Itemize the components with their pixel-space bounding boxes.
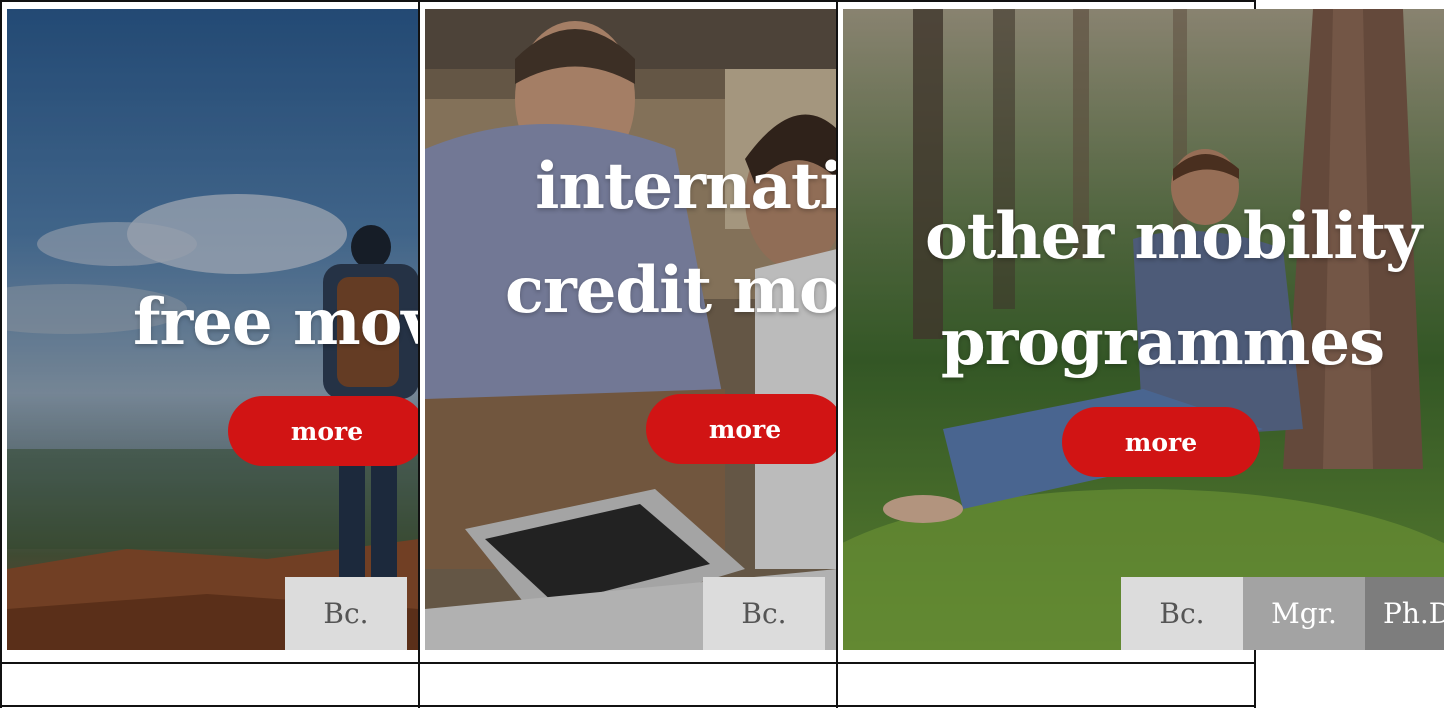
degree-tab-phd[interactable]: Ph.D xyxy=(1365,577,1444,650)
programme-card-credit-mobility[interactable]: internatio credit mob more Bc. xyxy=(425,9,837,650)
grid-border-right-lower xyxy=(1254,650,1256,708)
card-title: internatio credit mob xyxy=(505,134,837,344)
grid-border-middle xyxy=(0,662,1256,664)
degree-tab-bc[interactable]: Bc. xyxy=(1121,577,1243,650)
grid-border-left xyxy=(0,0,2,708)
grid-divider-1 xyxy=(418,0,420,708)
more-button[interactable]: more xyxy=(228,396,419,466)
card-title-line: free mov xyxy=(133,285,419,360)
card-title-line: programmes xyxy=(940,305,1385,380)
grid-divider-2 xyxy=(836,0,838,708)
programme-card-other-mobility[interactable]: other mobility programmes more Bc. Mgr. … xyxy=(843,9,1444,650)
grid-border-bottom xyxy=(0,705,1256,707)
more-button[interactable]: more xyxy=(1062,407,1260,477)
grid-border-right xyxy=(1254,0,1256,9)
card-title: other mobility programmes xyxy=(925,184,1422,396)
card-title-line: other mobility xyxy=(925,199,1422,274)
degree-tab-bc[interactable]: Bc. xyxy=(703,577,825,650)
grid-border-top xyxy=(0,0,1256,2)
programme-card-free-movers[interactable]: free mov more Bc. xyxy=(7,9,419,650)
card-title-line: internatio xyxy=(535,149,837,224)
degree-tab-mgr[interactable]: Mgr. xyxy=(1243,577,1365,650)
card-title-line: credit mob xyxy=(505,253,837,328)
card-title: free mov xyxy=(133,270,419,376)
degree-tab-bc[interactable]: Bc. xyxy=(285,577,407,650)
more-button[interactable]: more xyxy=(646,394,837,464)
